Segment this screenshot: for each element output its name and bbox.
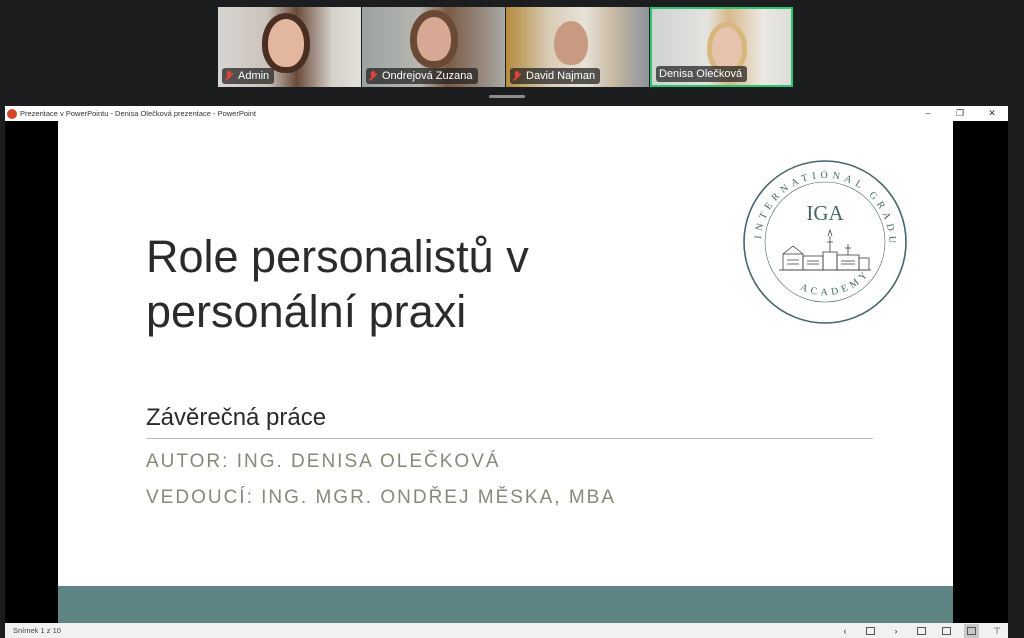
participant-nameplate: Ondrejová Zuzana [366, 68, 478, 84]
participant-name: Admin [238, 70, 270, 82]
restore-button[interactable]: ❐ [944, 106, 976, 121]
slide-subtitle: Závěrečná práce [146, 404, 327, 431]
strip-drag-handle[interactable] [489, 95, 525, 98]
building-icon [779, 228, 871, 271]
minimize-button[interactable]: – [912, 106, 944, 121]
slide-title-line: personální praxi [146, 286, 467, 337]
slideshow-icon[interactable]: ⊤ [992, 626, 1002, 635]
powerpoint-icon [7, 108, 17, 119]
participant-video [268, 19, 304, 67]
reading-view-icon[interactable] [964, 623, 979, 638]
slide-canvas[interactable]: Role personalistů v personální praxi INT… [58, 121, 953, 628]
mic-muted-icon [369, 70, 377, 82]
slide-footer-band [58, 586, 953, 628]
iga-logo: INTERNATIONAL GRADUATE ACADEMY IGA [741, 158, 907, 324]
participant-video [417, 17, 451, 61]
slide-counter: Snímek 1 z 10 [13, 626, 61, 635]
window-titlebar[interactable]: Prezentace v PowerPointu - Denisa Olečko… [5, 106, 1008, 121]
participant-nameplate: David Najman [510, 68, 601, 84]
participant-tile-admin[interactable]: Admin [218, 7, 361, 87]
participant-strip: Admin Ondrejová Zuzana David Najman Deni… [218, 7, 796, 89]
previous-slide-button[interactable]: ‹ [840, 626, 850, 635]
logo-abbr: IGA [806, 201, 844, 225]
status-bar: Snímek 1 z 10 ‹ › ⊤ [5, 623, 1008, 638]
participant-tile-najman[interactable]: David Najman [506, 7, 649, 87]
normal-view-icon[interactable] [917, 626, 926, 635]
slide-supervisor: VEDOUCÍ: ING. MGR. ONDŘEJ MĚSKA, MBA [146, 487, 616, 508]
slide-sorter-icon[interactable] [942, 626, 951, 635]
notes-icon[interactable] [866, 626, 875, 635]
participant-nameplate: Denisa Olečková [656, 66, 748, 82]
participant-name: Ondrejová Zuzana [382, 70, 473, 82]
participant-nameplate: Admin [222, 68, 275, 84]
next-slide-button[interactable]: › [891, 626, 901, 635]
window-title: Prezentace v PowerPointu - Denisa Olečko… [20, 109, 256, 118]
slide-author: AUTOR: ING. DENISA OLEČKOVÁ [146, 451, 501, 472]
close-button[interactable]: ✕ [976, 106, 1008, 121]
logo-ring-text: ACADEMY [799, 267, 869, 298]
participant-tile-ondrejova[interactable]: Ondrejová Zuzana [362, 7, 505, 87]
participant-video [554, 21, 588, 65]
window-controls: – ❐ ✕ [912, 106, 1008, 121]
slide-divider [146, 438, 873, 439]
participant-video [712, 27, 742, 69]
participant-name: David Najman [526, 70, 596, 82]
svg-text:ACADEMY: ACADEMY [799, 267, 873, 298]
slide-title-line: Role personalistů v [146, 231, 529, 282]
mic-muted-icon [513, 70, 521, 82]
slide-title: Role personalistů v personální praxi [146, 229, 706, 339]
participant-name: Denisa Olečková [659, 68, 743, 80]
participant-tile-oleckova-active-speaker[interactable]: Denisa Olečková [650, 7, 793, 87]
powerpoint-window: Prezentace v PowerPointu - Denisa Olečko… [5, 106, 1008, 638]
status-bar-controls: ‹ › ⊤ [824, 623, 1002, 638]
mic-muted-icon [225, 70, 233, 82]
